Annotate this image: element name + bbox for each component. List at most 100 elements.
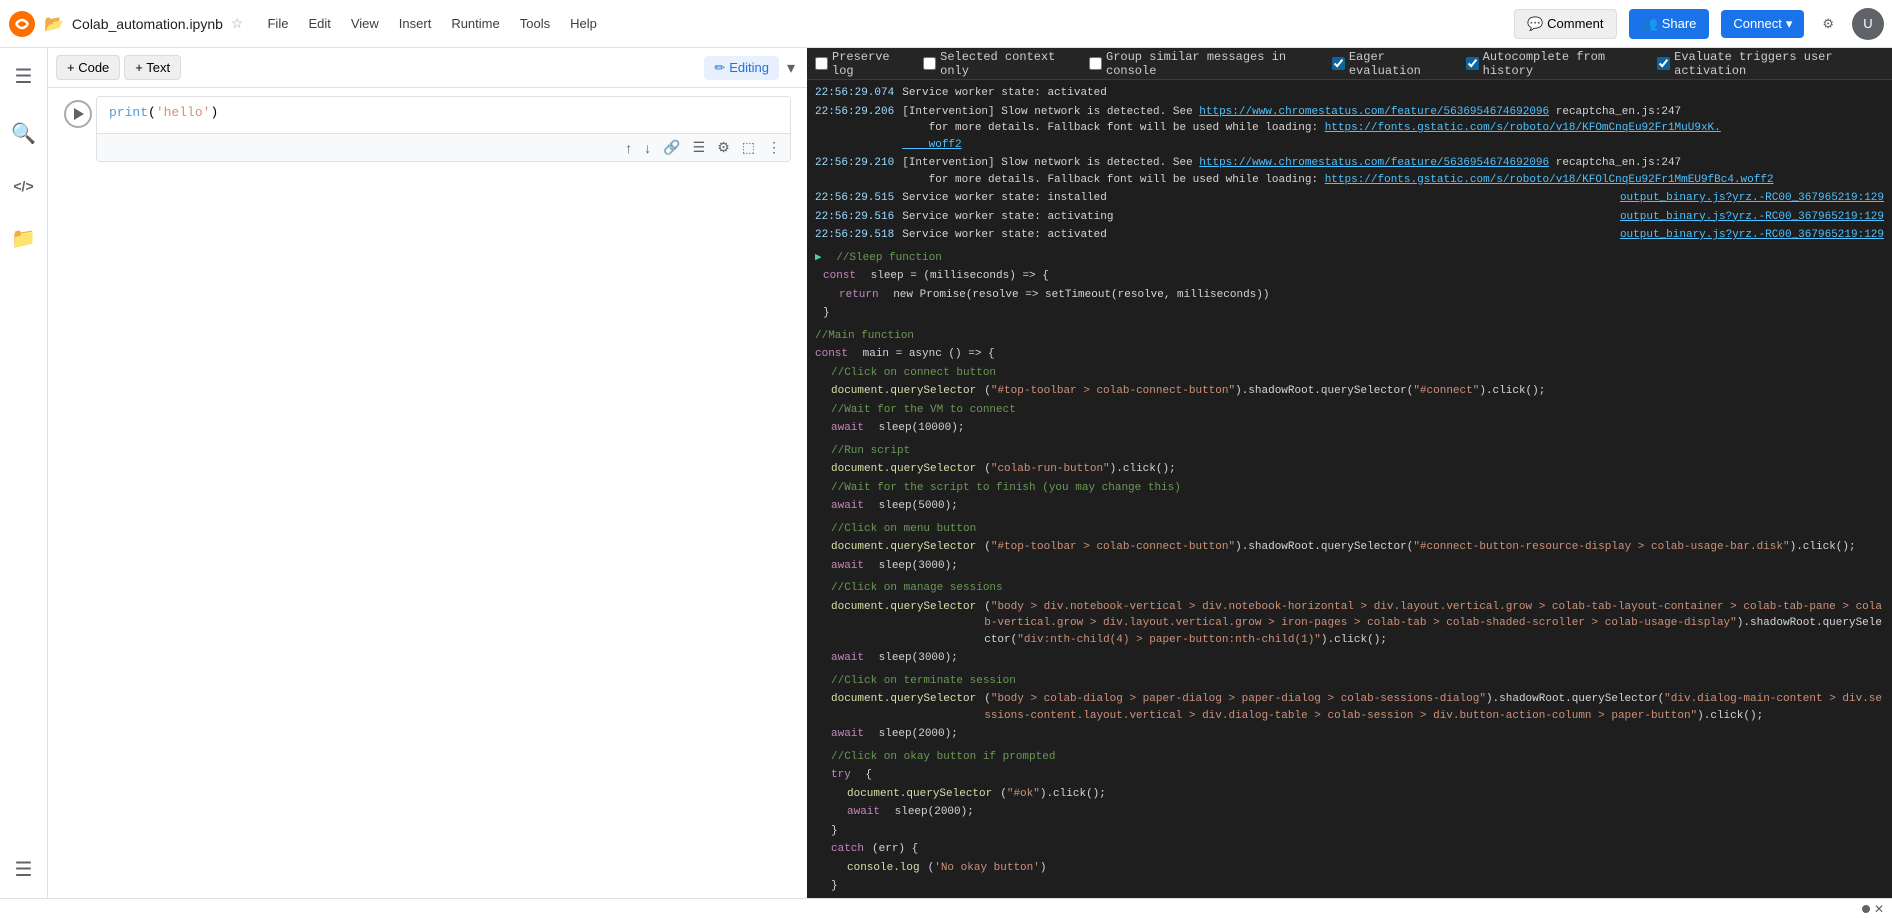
- cell-code[interactable]: print('hello'): [97, 97, 790, 133]
- code-comment: //Wait for the VM to connect: [831, 402, 1016, 419]
- code-line: const main = async () => {: [815, 345, 1884, 364]
- cell-list-icon[interactable]: ☰: [688, 136, 711, 159]
- log-line: 22:56:29.518 Service worker state: activ…: [815, 226, 1884, 245]
- code-text: }: [831, 878, 1884, 895]
- code-text: document.querySelector: [831, 383, 976, 400]
- eager-eval-checkbox[interactable]: Eager evaluation: [1332, 50, 1450, 78]
- cell-move-down-icon[interactable]: ↓: [639, 137, 656, 159]
- cell-settings-icon[interactable]: ⚙: [712, 136, 735, 159]
- autocomplete-checkbox[interactable]: Autocomplete from history: [1466, 50, 1642, 78]
- code-line: document.querySelector("colab-run-button…: [815, 460, 1884, 479]
- log-link-2[interactable]: https://fonts.gstatic.com/s/roboto/v18/K…: [1325, 174, 1774, 186]
- group-similar-checkbox[interactable]: Group similar messages in console: [1089, 50, 1316, 78]
- code-line: await sleep(10000);: [815, 419, 1884, 438]
- console-top-bar: Preserve log Selected context only Group…: [807, 48, 1892, 80]
- menu-tools[interactable]: Tools: [512, 12, 558, 35]
- notebook-title[interactable]: Colab_automation.ipynb: [72, 16, 223, 32]
- cell-link-icon[interactable]: 🔗: [658, 136, 685, 159]
- connect-button[interactable]: Connect ▾: [1721, 10, 1804, 38]
- code-line: await sleep(2000);: [815, 803, 1884, 822]
- keyword: const: [815, 346, 848, 363]
- menu-insert[interactable]: Insert: [391, 12, 440, 35]
- cell-move-up-icon[interactable]: ↑: [620, 137, 637, 159]
- share-label: Share: [1662, 16, 1697, 31]
- status-bar: ✕: [0, 898, 1892, 918]
- log-line: 22:56:29.074 Service worker state: activ…: [815, 84, 1884, 103]
- menu-view[interactable]: View: [343, 12, 387, 35]
- code-text: sleep(2000);: [888, 804, 1884, 821]
- selected-context-label: Selected context only: [940, 50, 1073, 78]
- settings-icon[interactable]: ⚙: [1816, 10, 1840, 38]
- code-comment-line: //Click on okay button if prompted: [815, 748, 1884, 767]
- preserve-log-input[interactable]: [815, 57, 828, 70]
- drive-icon: 📂: [44, 14, 64, 34]
- log-msg: Service worker state: installed: [902, 190, 1612, 207]
- log-time: 22:56:29.515: [815, 190, 894, 207]
- code-text: console.log: [847, 860, 920, 877]
- code-text: }: [823, 305, 1884, 322]
- code-comment: //Click on connect button: [831, 365, 996, 382]
- cell-run-button[interactable]: [64, 100, 92, 128]
- code-line: return new Promise(resolve => setTimeout…: [823, 286, 1884, 305]
- toolbar-right: ✏ Editing ▾: [704, 54, 799, 82]
- log-source-link[interactable]: output_binary.js?yrz.-RC00_367965219:129: [1620, 209, 1884, 226]
- editing-button[interactable]: ✏ Editing: [704, 56, 779, 80]
- close-icon[interactable]: ✕: [1874, 902, 1884, 916]
- add-text-button[interactable]: + Text: [124, 55, 181, 80]
- code-text: {: [859, 767, 1884, 784]
- console-content[interactable]: 22:56:29.074 Service worker state: activ…: [807, 80, 1892, 898]
- code-comment-line: //Run script: [815, 442, 1884, 461]
- code-text2: ('No okay button'): [928, 860, 1884, 877]
- eager-eval-input[interactable]: [1332, 57, 1345, 70]
- code-line: }: [823, 304, 1884, 323]
- log-link-2[interactable]: https://fonts.gstatic.com/s/roboto/v18/K…: [902, 122, 1721, 151]
- sidebar-code-icon[interactable]: </>: [5, 170, 41, 202]
- menu-runtime[interactable]: Runtime: [443, 12, 507, 35]
- log-time: 22:56:29.074: [815, 85, 894, 102]
- code-line: try {: [815, 766, 1884, 785]
- left-sidebar: ☰ 🔍 </> 📁 ☰: [0, 48, 48, 898]
- code-line: document.querySelector("body > div.noteb…: [815, 598, 1884, 650]
- avatar[interactable]: U: [1852, 8, 1884, 40]
- preserve-log-checkbox[interactable]: Preserve log: [815, 50, 907, 78]
- keyword: return: [839, 287, 879, 304]
- code-text: print: [109, 105, 148, 120]
- group-similar-input[interactable]: [1089, 57, 1102, 70]
- star-icon[interactable]: ☆: [231, 15, 244, 32]
- log-link[interactable]: https://www.chromestatus.com/feature/563…: [1199, 106, 1549, 118]
- menu-edit[interactable]: Edit: [300, 12, 338, 35]
- code-text: document.querySelector: [831, 691, 976, 724]
- log-msg: Service worker state: activated: [902, 85, 1884, 102]
- menu-help[interactable]: Help: [562, 12, 605, 35]
- log-source-link[interactable]: output_binary.js?yrz.-RC00_367965219:129: [1620, 190, 1884, 207]
- code-comment-line: //Click on manage sessions: [815, 579, 1884, 598]
- log-source-link[interactable]: output_binary.js?yrz.-RC00_367965219:129: [1620, 227, 1884, 244]
- code-text2: ("#ok").click();: [1000, 786, 1884, 803]
- cell-more-icon[interactable]: ⋮: [762, 136, 786, 159]
- code-text: main = async () => {: [856, 346, 1884, 363]
- sidebar-files-icon[interactable]: 📁: [3, 218, 44, 259]
- code-text: sleep(2000);: [872, 726, 1884, 743]
- evaluate-triggers-checkbox[interactable]: Evaluate triggers user activation: [1657, 50, 1884, 78]
- add-code-button[interactable]: + Code: [56, 55, 120, 80]
- share-button[interactable]: 👥 Share: [1629, 9, 1710, 39]
- main-area: ☰ 🔍 </> 📁 ☰ + Code + Text ✏ Editing ▾: [0, 48, 1892, 898]
- evaluate-triggers-input[interactable]: [1657, 57, 1670, 70]
- autocomplete-input[interactable]: [1466, 57, 1479, 70]
- cell-copy-icon[interactable]: ⬚: [737, 136, 760, 159]
- selected-context-input[interactable]: [923, 57, 936, 70]
- colab-logo[interactable]: [8, 10, 36, 38]
- code-section-header: //Main function: [815, 327, 1884, 346]
- sidebar-search-icon[interactable]: 🔍: [3, 113, 44, 154]
- menu-file[interactable]: File: [259, 12, 296, 35]
- selected-context-checkbox[interactable]: Selected context only: [923, 50, 1073, 78]
- sidebar-bottom-icon[interactable]: ☰: [7, 849, 41, 890]
- collapse-icon[interactable]: ▾: [783, 54, 799, 82]
- log-link[interactable]: https://www.chromestatus.com/feature/563…: [1199, 157, 1549, 169]
- code-line: await sleep(2000);: [815, 725, 1884, 744]
- sidebar-menu-icon[interactable]: ☰: [7, 56, 41, 97]
- editing-label: Editing: [729, 60, 769, 75]
- code-line: await sleep(3000);: [815, 557, 1884, 576]
- comment-button[interactable]: 💬 Comment: [1514, 9, 1617, 39]
- expand-icon[interactable]: ▶: [815, 250, 822, 267]
